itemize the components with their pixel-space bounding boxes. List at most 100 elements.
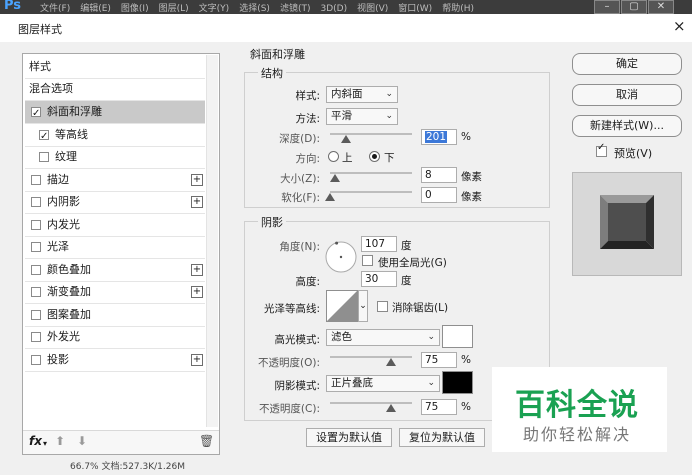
highlight-color-swatch[interactable] (442, 325, 473, 348)
ok-button[interactable]: 确定 (572, 53, 682, 75)
add-icon[interactable]: + (191, 263, 203, 276)
chevron-down-icon[interactable]: ⌄ (358, 290, 368, 322)
add-icon[interactable]: + (191, 173, 203, 186)
maximize-button[interactable]: ▢ (621, 0, 647, 14)
angle-input[interactable]: 107 (361, 236, 397, 252)
angle-dial[interactable] (324, 240, 358, 274)
menu-item[interactable]: 选择(S) (239, 4, 270, 14)
size-input[interactable]: 8 (421, 167, 457, 183)
menu-item[interactable]: 帮助(H) (442, 4, 474, 14)
add-icon[interactable]: + (191, 286, 203, 298)
global-light-label: 使用全局光(G) (378, 257, 447, 269)
style-item[interactable]: 图案叠加 (25, 304, 205, 326)
cancel-button[interactable]: 取消 (572, 84, 682, 106)
style-item[interactable]: 内发光 (25, 214, 205, 236)
style-item-checkbox[interactable] (31, 219, 41, 230)
style-item[interactable]: 斜面和浮雕 (25, 101, 205, 125)
size-label: 大小(Z): (280, 173, 320, 185)
shadow-mode-select[interactable]: 正片叠底 ⌄ (326, 375, 440, 392)
direction-down-radio[interactable] (369, 151, 380, 162)
gloss-contour-preview[interactable] (326, 290, 358, 322)
menu-item[interactable]: 滤镜(T) (280, 4, 311, 14)
style-item-checkbox[interactable] (31, 197, 41, 207)
altitude-value: 30 (365, 273, 379, 285)
close-app-button[interactable]: ✕ (648, 0, 674, 14)
shadow-opacity-thumb[interactable] (386, 404, 396, 412)
shadow-opacity-track[interactable] (330, 402, 412, 404)
style-item-checkbox[interactable] (31, 174, 41, 185)
fx-icon[interactable]: fx (29, 434, 42, 448)
minimize-button[interactable]: – (594, 0, 620, 14)
style-item[interactable]: 投影 + (25, 349, 205, 371)
menu-item[interactable]: 图像(I) (121, 4, 149, 14)
highlight-mode-select[interactable]: 滤色 ⌄ (326, 329, 440, 346)
altitude-input[interactable]: 30 (361, 271, 397, 287)
blend-options-label: 混合选项 (29, 82, 73, 95)
preview-checkbox[interactable] (596, 142, 607, 157)
style-item[interactable]: 渐变叠加 + (25, 281, 205, 303)
style-item-checkbox[interactable] (31, 103, 41, 125)
style-item-checkbox[interactable] (31, 332, 41, 342)
style-item[interactable]: 等高线 (25, 124, 205, 148)
depth-input[interactable]: 201 (421, 129, 457, 145)
menu-item[interactable]: 窗口(W) (398, 4, 432, 14)
add-icon[interactable]: + (191, 353, 203, 366)
style-item-checkbox[interactable] (31, 354, 41, 365)
style-item-checkbox[interactable] (39, 126, 49, 148)
new-style-button[interactable]: 新建样式(W)... (572, 115, 682, 137)
highlight-mode-value: 滤色 (331, 331, 352, 343)
highlight-opacity-track[interactable] (330, 356, 412, 358)
menu-item[interactable]: 图层(L) (159, 4, 189, 14)
direction-up-radio[interactable] (328, 151, 339, 162)
menu-item[interactable]: 编辑(E) (80, 4, 111, 14)
size-slider-track[interactable] (330, 172, 412, 174)
fx-dropdown-icon[interactable]: ▾ (43, 439, 47, 448)
shadow-opacity-input[interactable]: 75 (421, 399, 457, 415)
style-item-checkbox[interactable] (39, 152, 49, 162)
blend-options[interactable]: 混合选项 (25, 78, 205, 100)
add-icon[interactable]: + (191, 196, 203, 208)
gloss-contour-label: 光泽等高线: (263, 303, 320, 315)
style-item[interactable]: 纹理 (25, 146, 205, 168)
menu-item[interactable]: 3D(D) (320, 4, 347, 14)
global-light-checkbox[interactable] (362, 255, 373, 266)
close-icon[interactable]: × (673, 17, 686, 35)
menu-item[interactable]: 文字(Y) (199, 4, 230, 14)
depth-slider-thumb[interactable] (341, 135, 351, 143)
highlight-opacity-thumb[interactable] (386, 358, 396, 366)
highlight-opacity-input[interactable]: 75 (421, 352, 457, 368)
soften-input[interactable]: 0 (421, 187, 457, 203)
style-item-checkbox[interactable] (31, 287, 41, 297)
technique-select[interactable]: 平滑 ⌄ (326, 108, 398, 125)
style-item[interactable]: 颜色叠加 + (25, 259, 205, 281)
style-item[interactable]: 描边 + (25, 169, 205, 191)
style-item-checkbox[interactable] (31, 309, 41, 320)
highlight-mode-label: 高光模式: (274, 334, 320, 346)
size-slider-thumb[interactable] (330, 174, 340, 182)
soften-value: 0 (425, 189, 432, 201)
style-item-checkbox[interactable] (31, 264, 41, 275)
shadow-color-swatch[interactable] (442, 371, 473, 394)
make-default-button[interactable]: 设置为默认值 (306, 428, 392, 447)
styles-scrollbar[interactable] (206, 55, 218, 427)
styles-header[interactable]: 样式 (25, 56, 205, 78)
depth-value: 201 (425, 131, 448, 143)
preview-thumbnail (600, 195, 654, 249)
highlight-opacity-label: 不透明度(O): (258, 357, 320, 369)
style-item-label: 纹理 (55, 150, 77, 163)
move-down-icon[interactable]: ⬇ (77, 434, 87, 448)
trash-icon[interactable]: 🗑 (199, 434, 214, 448)
reset-default-button[interactable]: 复位为默认值 (399, 428, 485, 447)
menu-item[interactable]: 文件(F) (40, 4, 70, 14)
soften-slider-track[interactable] (330, 191, 412, 193)
anti-alias-checkbox[interactable] (377, 301, 388, 312)
style-item[interactable]: 光泽 (25, 236, 205, 258)
style-item-checkbox[interactable] (31, 242, 41, 252)
style-item[interactable]: 外发光 (25, 326, 205, 348)
size-unit: 像素 (461, 171, 482, 183)
style-select[interactable]: 内斜面 ⌄ (326, 86, 398, 103)
soften-slider-thumb[interactable] (325, 193, 335, 201)
style-item[interactable]: 内阴影 + (25, 191, 205, 213)
menu-item[interactable]: 视图(V) (357, 4, 388, 14)
move-up-icon[interactable]: ⬆ (55, 434, 65, 448)
